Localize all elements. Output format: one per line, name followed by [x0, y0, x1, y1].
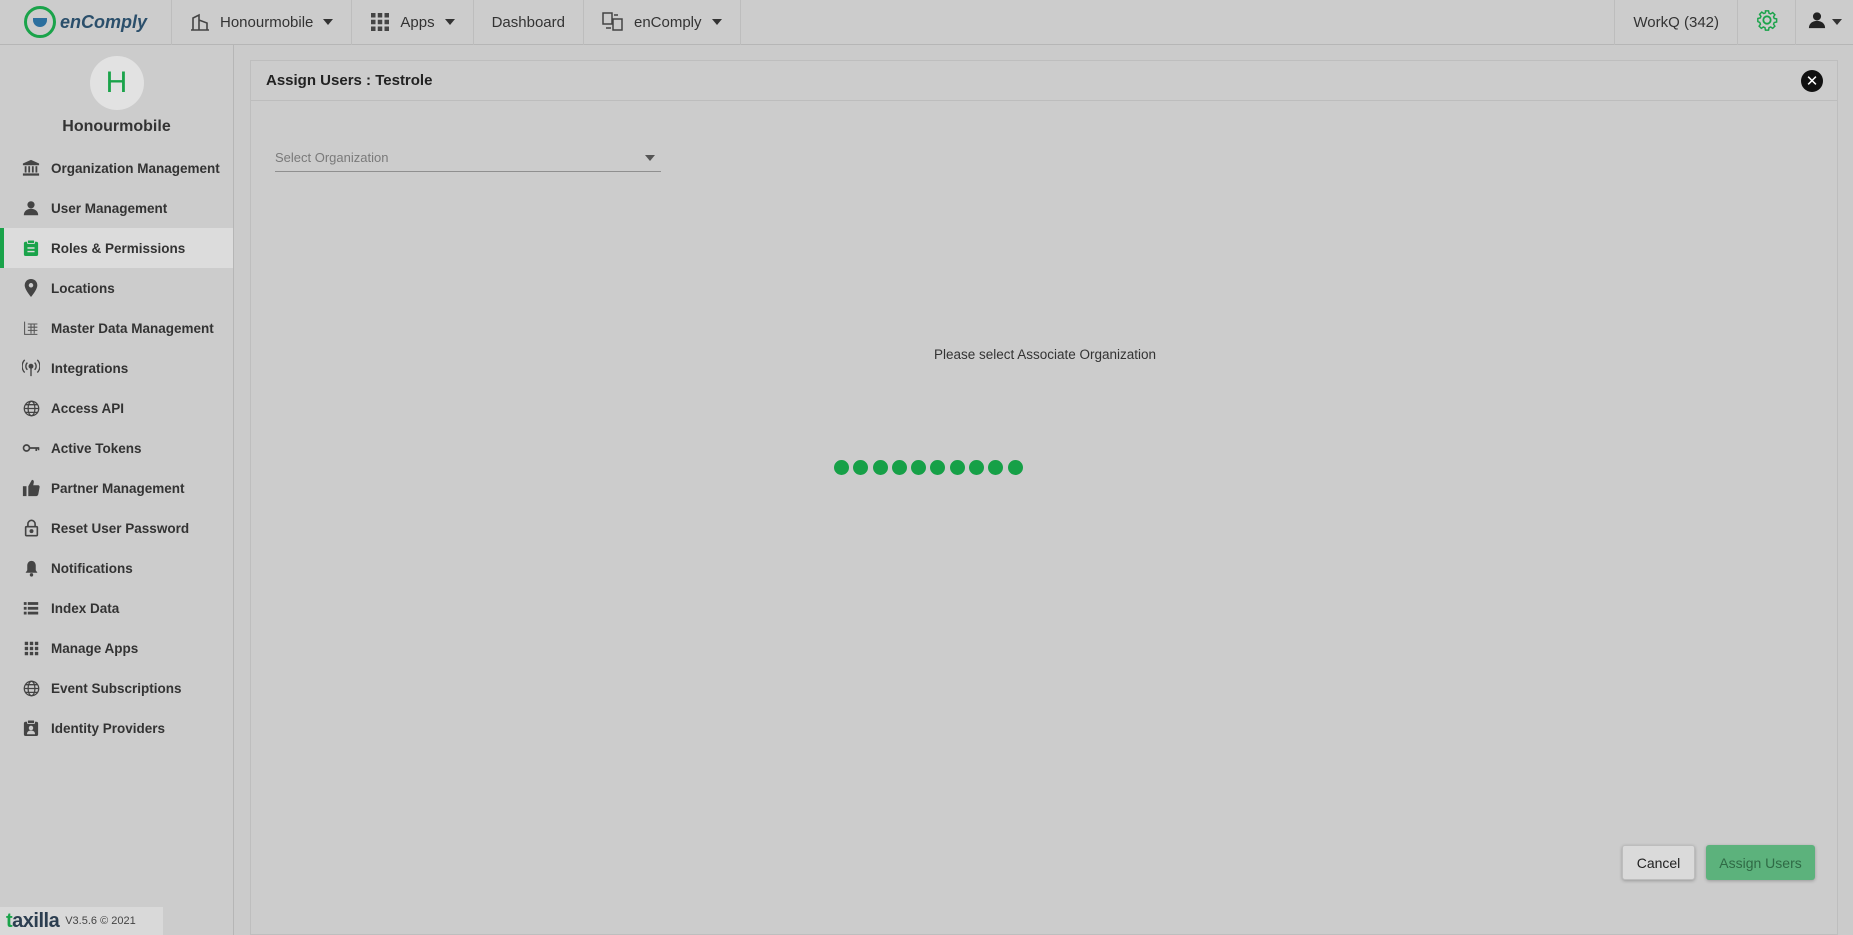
loader-dot	[872, 460, 888, 475]
sidebar-item-label: Event Subscriptions	[51, 680, 182, 696]
building-icon	[190, 12, 210, 32]
sidebar-item-user-management[interactable]: User Management	[0, 188, 233, 228]
switch-app-icon	[602, 12, 624, 32]
sidebar-item-organization-management[interactable]: Organization Management	[0, 148, 233, 188]
select-org-hint: Please select Associate Organization	[933, 347, 1157, 362]
apps-dropdown[interactable]: Apps	[352, 0, 474, 45]
gear-icon	[1756, 9, 1778, 36]
sidebar-item-reset-user-password[interactable]: Reset User Password	[0, 508, 233, 548]
sidebar-item-label: Manage Apps	[51, 640, 139, 656]
org-switcher-label: Honourmobile	[220, 13, 314, 31]
apps-label: Apps	[400, 13, 435, 31]
dialog-title: Assign Users : Testrole	[266, 72, 433, 89]
sidebar-item-label: Notifications	[51, 560, 133, 576]
sidebar-item-active-tokens[interactable]: Active Tokens	[0, 428, 233, 468]
sidebar-item-roles-permissions[interactable]: Roles & Permissions	[0, 228, 233, 268]
settings-button[interactable]	[1737, 0, 1795, 45]
bank-icon	[22, 159, 40, 177]
taxilla-logo: taxilla	[6, 909, 60, 932]
loader-dot	[988, 460, 1004, 475]
loader-dot	[911, 460, 927, 475]
close-button[interactable]: ✕	[1801, 70, 1823, 92]
app-switcher-label: enComply	[633, 13, 702, 31]
brand-logo-link[interactable]: enComply	[0, 0, 172, 45]
chevron-down-icon	[323, 19, 334, 25]
dashboard-link[interactable]: Dashboard	[474, 0, 584, 45]
brand-name: enComply	[60, 11, 148, 32]
chevron-down-icon	[1831, 19, 1842, 25]
sidebar-item-label: Master Data Management	[51, 320, 214, 336]
sidebar: H Honourmobile Organization Management U…	[0, 45, 234, 935]
sidebar-item-label: Reset User Password	[51, 520, 190, 536]
chevron-down-icon	[645, 155, 655, 161]
sidebar-item-notifications[interactable]: Notifications	[0, 548, 233, 588]
footer-badge: taxilla V3.5.6 © 2021	[0, 907, 163, 935]
sidebar-item-index-data[interactable]: Index Data	[0, 588, 233, 628]
loader-dot	[853, 460, 869, 475]
id-badge-icon	[22, 719, 40, 737]
topbar-right: WorkQ (342)	[1614, 0, 1853, 45]
sidebar-item-label: Identity Providers	[51, 720, 166, 736]
list-icon	[22, 599, 40, 617]
sidebar-item-label: Access API	[51, 400, 125, 416]
loader-dot	[930, 460, 946, 475]
org-switcher-dropdown[interactable]: Honourmobile	[172, 0, 353, 45]
top-navbar: enComply Honourmobile Apps Dashboard enC…	[0, 0, 1853, 45]
sidebar-item-label: Integrations	[51, 360, 129, 376]
loader-dot	[834, 460, 849, 475]
encomply-logo-icon	[24, 6, 56, 38]
loading-indicator	[834, 460, 1027, 475]
sidebar-item-label: Index Data	[51, 600, 120, 616]
avatar: H	[89, 56, 144, 110]
sidebar-item-identity-providers[interactable]: Identity Providers	[0, 708, 233, 748]
apps-grid-icon	[22, 639, 40, 657]
clipboard-icon	[22, 239, 40, 257]
sidebar-item-label: Locations	[51, 280, 115, 296]
sidebar-item-access-api[interactable]: Access API	[0, 388, 233, 428]
loader-dot	[969, 460, 985, 475]
app-switcher-dropdown[interactable]: enComply	[584, 0, 741, 45]
sidebar-item-label: Organization Management	[51, 160, 220, 176]
select-organization-dropdown[interactable]: Select Organization	[275, 144, 661, 172]
chevron-down-icon	[711, 19, 722, 25]
thumbs-up-icon	[22, 479, 40, 497]
sidebar-item-label: Partner Management	[51, 480, 185, 496]
loader-dot	[891, 460, 907, 475]
loader-dot	[1007, 460, 1023, 475]
assign-users-dialog: Assign Users : Testrole ✕ Select Organiz…	[250, 60, 1838, 935]
globe-icon	[22, 399, 40, 417]
sidebar-menu: Organization Management User Management …	[0, 148, 233, 748]
sidebar-item-label: User Management	[51, 200, 168, 216]
sidebar-item-manage-apps[interactable]: Manage Apps	[0, 628, 233, 668]
key-icon	[22, 439, 40, 457]
workq-link[interactable]: WorkQ (342)	[1614, 0, 1737, 45]
assign-users-button[interactable]: Assign Users	[1706, 845, 1815, 880]
version-text: V3.5.6 © 2021	[65, 915, 136, 927]
bell-icon	[22, 559, 40, 577]
loader-dot	[949, 460, 965, 475]
chevron-down-icon	[444, 19, 455, 25]
person-icon	[1808, 11, 1826, 34]
sidebar-item-label: Active Tokens	[51, 440, 142, 456]
person-icon	[22, 199, 40, 217]
user-menu-button[interactable]	[1795, 0, 1853, 45]
org-name: Honourmobile	[62, 118, 171, 135]
sidebar-item-master-data-management[interactable]: Master Data Management	[0, 308, 233, 348]
globe-icon	[22, 679, 40, 697]
lock-icon	[22, 519, 40, 537]
close-icon: ✕	[1805, 72, 1819, 90]
dashboard-label: Dashboard	[491, 13, 565, 31]
sidebar-item-partner-management[interactable]: Partner Management	[0, 468, 233, 508]
select-organization-placeholder: Select Organization	[275, 150, 389, 165]
sidebar-item-event-subscriptions[interactable]: Event Subscriptions	[0, 668, 233, 708]
broadcast-icon	[22, 359, 40, 377]
dialog-header: Assign Users : Testrole	[251, 61, 1837, 101]
sidebar-item-integrations[interactable]: Integrations	[0, 348, 233, 388]
grid-list-icon	[22, 319, 40, 337]
sidebar-item-locations[interactable]: Locations	[0, 268, 233, 308]
sidebar-item-label: Roles & Permissions	[51, 240, 186, 256]
apps-grid-icon	[370, 12, 390, 32]
map-pin-icon	[22, 279, 40, 297]
cancel-button[interactable]: Cancel	[1622, 845, 1695, 880]
